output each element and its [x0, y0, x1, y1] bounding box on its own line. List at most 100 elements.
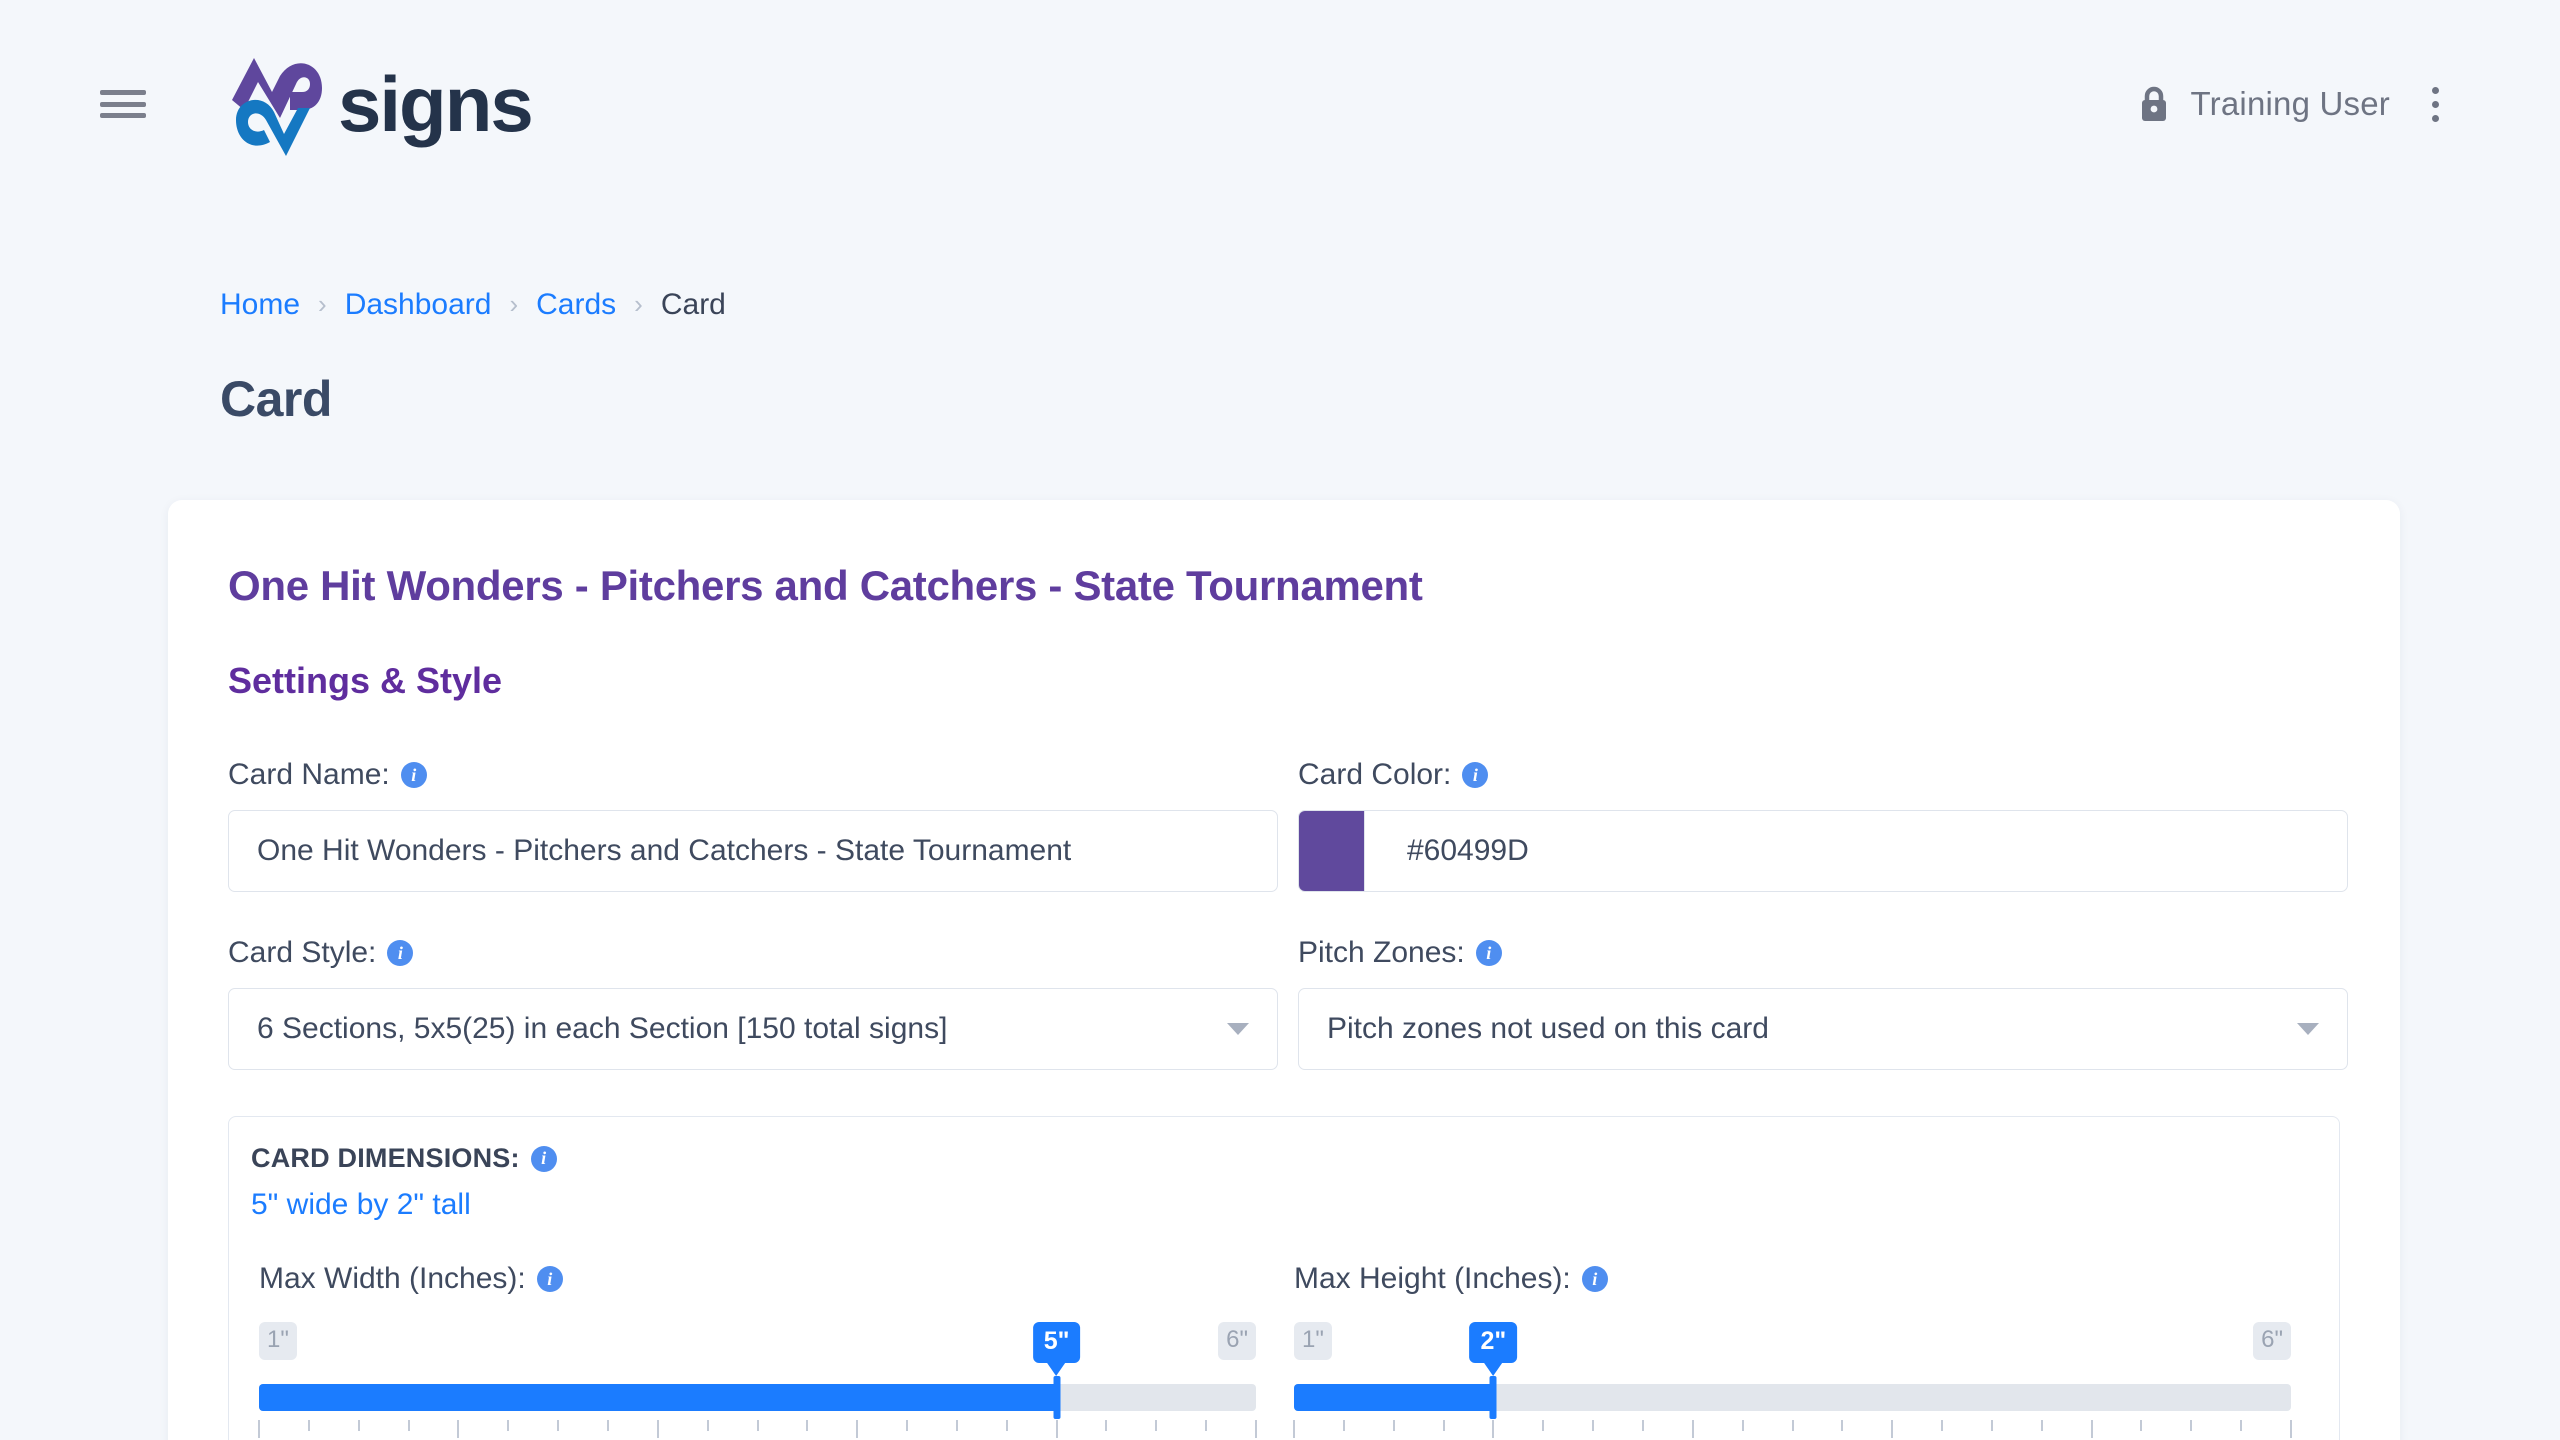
ruler-tick-minor [1542, 1420, 1545, 1431]
max-height-max-label: 6" [2253, 1322, 2291, 1360]
max-height-ruler [1293, 1420, 2292, 1438]
max-width-thumb[interactable] [1053, 1376, 1061, 1419]
ruler-tick-minor [1990, 1420, 1993, 1431]
max-width-max-label: 6" [1218, 1322, 1256, 1360]
max-width-value-bubble: 5" [1032, 1322, 1081, 1363]
card-style-selected-value: 6 Sections, 5x5(25) in each Section [150… [257, 1012, 948, 1045]
info-icon[interactable]: i [530, 1145, 557, 1172]
max-height-slider[interactable]: 1" 6" 2" 1"2"3"4"5"6" [1293, 1322, 2292, 1440]
max-height-min-label: 1" [1294, 1322, 1332, 1360]
max-height-value-bubble: 2" [1469, 1322, 1518, 1363]
info-icon[interactable]: i [1581, 1266, 1608, 1292]
card-color-value: #60499D [1407, 834, 1529, 867]
logo-wordmark: signs [338, 60, 534, 148]
card-dimensions-label-row: CARD DIMENSIONS: i [251, 1143, 2299, 1174]
max-width-label-row: Max Width (Inches): i [259, 1262, 1256, 1296]
ruler-tick-minor [1442, 1420, 1445, 1431]
card-title-heading: One Hit Wonders - Pitchers and Catchers … [228, 562, 1423, 609]
breadcrumb-item-cards[interactable]: Cards [536, 288, 616, 322]
pitch-zones-label: Pitch Zones: [1298, 936, 1465, 969]
breadcrumb-separator-icon: › [634, 289, 643, 319]
ruler-tick-minor [1005, 1420, 1008, 1431]
breadcrumb-item-home[interactable]: Home [220, 288, 300, 322]
max-height-slider-group: Max Height (Inches): i 1" 6" 2" 1"2"3"4"… [1286, 1262, 2299, 1440]
kebab-dot [2431, 86, 2439, 94]
ruler-tick-minor [706, 1420, 709, 1431]
ruler-tick-minor [2240, 1420, 2243, 1431]
ruler-tick-major [1492, 1420, 1495, 1438]
ruler-tick-minor [357, 1420, 360, 1431]
ruler-tick-major [1891, 1420, 1894, 1438]
card-style-field-group: Card Style: i 6 Sections, 5x5(25) in eac… [228, 936, 1278, 1070]
card-color-input[interactable]: #60499D [1298, 810, 2348, 892]
app-logo[interactable]: signs [224, 48, 534, 160]
card-name-input[interactable]: One Hit Wonders - Pitchers and Catchers … [228, 810, 1278, 892]
ruler-tick-minor [1155, 1420, 1158, 1431]
settings-form-row-1: Card Name: i One Hit Wonders - Pitchers … [228, 758, 2348, 892]
card-name-field-group: Card Name: i One Hit Wonders - Pitchers … [228, 758, 1278, 892]
pitch-zones-field-group: Pitch Zones: i Pitch zones not used on t… [1298, 936, 2348, 1070]
breadcrumb: Home › Dashboard › Cards › Card [0, 208, 2560, 322]
lock-icon [2141, 86, 2166, 121]
info-icon[interactable]: i [387, 940, 414, 966]
ruler-tick-minor [1105, 1420, 1108, 1431]
breadcrumb-item-card: Card [660, 288, 726, 321]
ruler-tick-minor [507, 1420, 510, 1431]
chevron-down-icon [1227, 1023, 1249, 1035]
ruler-tick-minor [1791, 1420, 1794, 1431]
max-height-track[interactable] [1294, 1384, 2291, 1411]
ruler-tick-minor [1342, 1420, 1345, 1431]
ruler-tick-minor [2040, 1420, 2043, 1431]
ruler-tick-minor [1841, 1420, 1844, 1431]
card-settings-panel: One Hit Wonders - Pitchers and Catchers … [168, 500, 2400, 1440]
ruler-tick-major [2290, 1420, 2292, 1438]
page-title: Card [220, 371, 332, 427]
ruler-tick-major [1055, 1420, 1058, 1438]
card-style-label: Card Style: [228, 936, 377, 969]
ruler-tick-minor [2190, 1420, 2193, 1431]
ruler-tick-major [258, 1420, 260, 1438]
more-vertical-icon[interactable] [2418, 80, 2452, 128]
ruler-tick-major [1255, 1420, 1257, 1438]
kebab-dot [2431, 114, 2439, 122]
pitch-zones-select[interactable]: Pitch zones not used on this card [1298, 988, 2348, 1070]
breadcrumb-separator-icon: › [509, 289, 519, 319]
settings-form-row-2: Card Style: i 6 Sections, 5x5(25) in eac… [228, 936, 2348, 1070]
ruler-tick-minor [1392, 1420, 1395, 1431]
max-width-slider-group: Max Width (Inches): i 1" 6" 5" 1"2"3"4"5… [251, 1262, 1264, 1440]
info-icon[interactable]: i [400, 762, 427, 788]
color-swatch[interactable] [1299, 811, 1365, 891]
ruler-tick-minor [756, 1420, 759, 1431]
max-width-track[interactable] [259, 1384, 1256, 1411]
ruler-tick-minor [1941, 1420, 1944, 1431]
info-icon[interactable]: i [536, 1266, 563, 1292]
ruler-tick-minor [606, 1420, 609, 1431]
card-dimensions-value: 5" wide by 2" tall [251, 1188, 471, 1221]
ruler-tick-minor [955, 1420, 958, 1431]
max-width-slider[interactable]: 1" 6" 5" 1"2"3"4"5"6" [258, 1322, 1257, 1440]
hamburger-icon[interactable] [100, 84, 146, 124]
ruler-tick-minor [1592, 1420, 1595, 1431]
ruler-tick-major [2090, 1420, 2093, 1438]
ruler-tick-minor [906, 1420, 909, 1431]
ruler-tick-minor [806, 1420, 809, 1431]
card-name-label: Card Name: [228, 758, 390, 791]
kebab-dot [2431, 100, 2439, 108]
card-color-label-row: Card Color: i [1298, 758, 2348, 792]
ruler-tick-minor [2140, 1420, 2143, 1431]
info-icon[interactable]: i [1475, 940, 1502, 966]
ruler-tick-minor [407, 1420, 410, 1431]
info-icon[interactable]: i [1462, 762, 1489, 788]
ruler-tick-major [856, 1420, 859, 1438]
card-color-label: Card Color: [1298, 758, 1452, 791]
app-header: signs Training User [0, 0, 2560, 208]
hamburger-bar [100, 101, 146, 107]
chevron-down-icon [2297, 1023, 2319, 1035]
card-dimensions-label: CARD DIMENSIONS: [251, 1143, 520, 1173]
max-height-thumb[interactable] [1489, 1376, 1497, 1419]
max-height-label: Max Height (Inches): [1294, 1262, 1571, 1295]
dimension-sliders: Max Width (Inches): i 1" 6" 5" 1"2"3"4"5… [251, 1262, 2299, 1440]
card-style-select[interactable]: 6 Sections, 5x5(25) in each Section [150… [228, 988, 1278, 1070]
max-height-track-fill [1294, 1384, 1494, 1411]
breadcrumb-item-dashboard[interactable]: Dashboard [345, 288, 492, 322]
